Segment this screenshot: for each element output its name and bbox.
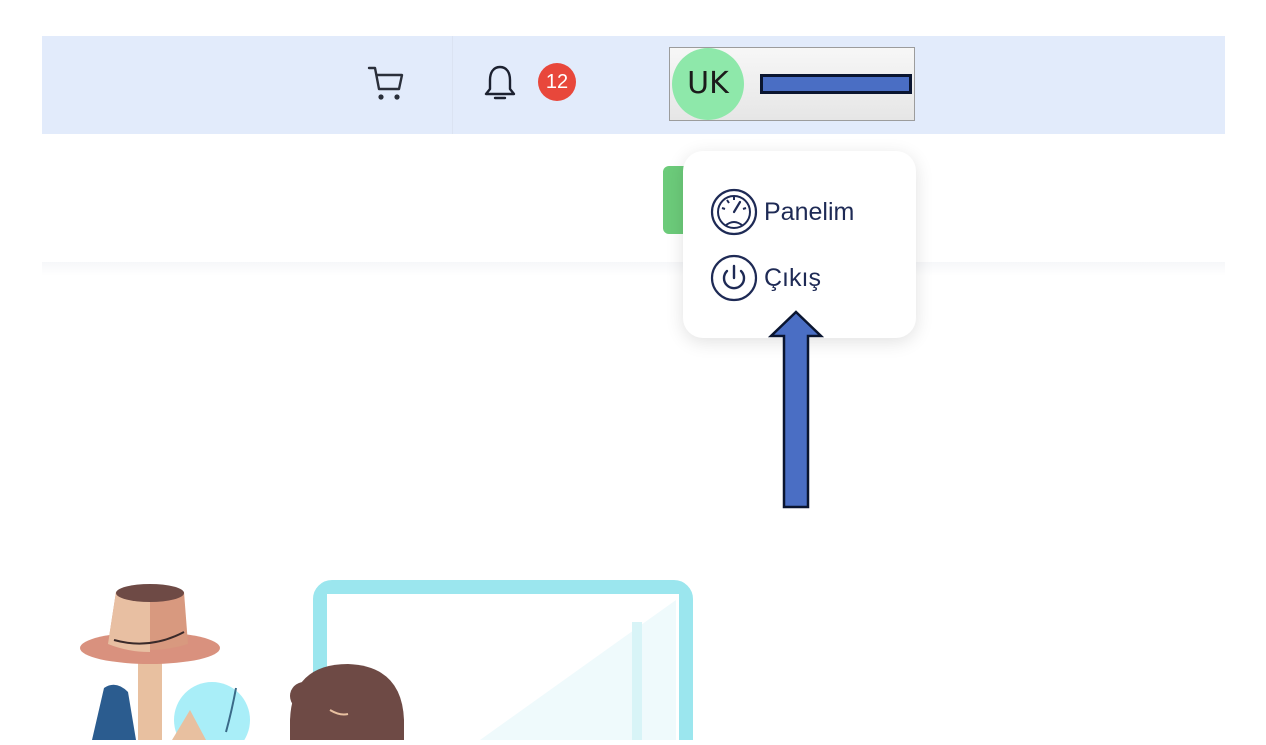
up-arrow-icon	[767, 310, 825, 510]
dashboard-gauge-icon	[710, 188, 758, 236]
people-illustration	[0, 560, 720, 745]
cart-icon[interactable]	[366, 63, 406, 103]
section-divider	[42, 262, 1225, 276]
user-name-redaction	[760, 74, 912, 94]
navbar-divider	[452, 36, 453, 134]
menu-item-cikis[interactable]: Çıkış	[710, 254, 900, 302]
avatar[interactable]: UK	[672, 48, 744, 120]
bell-icon[interactable]	[482, 63, 518, 103]
dropdown-caret	[852, 136, 884, 152]
power-icon	[710, 254, 758, 302]
menu-item-label: Panelim	[764, 197, 855, 226]
top-navbar	[42, 36, 1225, 134]
menu-item-panelim[interactable]: Panelim	[710, 188, 900, 236]
menu-item-label: Çıkış	[764, 263, 821, 292]
notification-badge[interactable]: 12	[538, 63, 576, 101]
